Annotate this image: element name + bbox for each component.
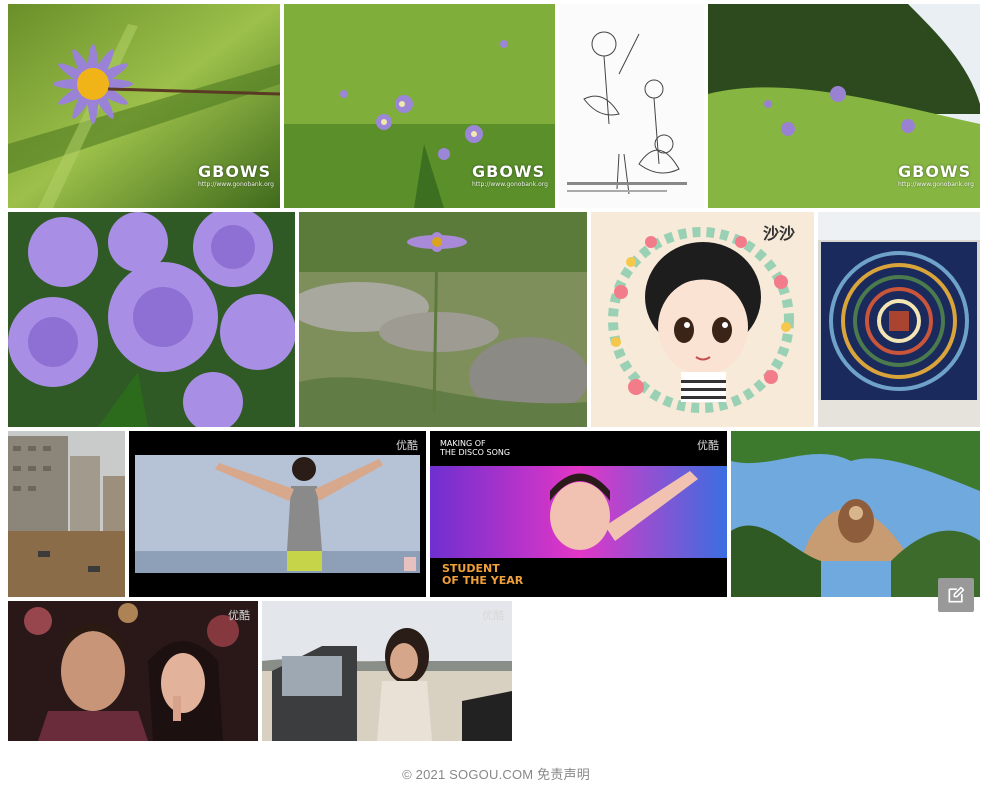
feedback-edit-button[interactable] — [938, 578, 974, 612]
video-title-text: STUDENT OF THE YEAR — [442, 562, 524, 587]
aster-rocky-image — [299, 212, 587, 427]
image-tile-buddha-cliff[interactable] — [731, 431, 980, 597]
purple-aster-cluster-image — [8, 212, 295, 427]
car-girl-video-image — [262, 601, 512, 741]
video-tile-car-girl[interactable]: 优酷 — [262, 601, 512, 741]
video-top-text: MAKING OF THE DISCO SONG — [440, 439, 511, 457]
cartoon-girl-image — [591, 212, 814, 427]
buddha-cliff-image — [731, 431, 980, 597]
couple-video-image — [8, 601, 258, 741]
watermark-gbows: GBOWS http://www.gonobank.org — [898, 162, 974, 188]
image-tile-botanical-illustration[interactable] — [559, 4, 704, 208]
image-tile-aster-meadow[interactable]: GBOWS http://www.gonobank.org — [284, 4, 555, 208]
image-tile-aster-rocky[interactable] — [299, 212, 587, 427]
image-tile-purple-aster-cluster[interactable] — [8, 212, 295, 427]
botanical-illustration-image — [559, 4, 704, 208]
youku-badge: 优酷 — [228, 609, 250, 622]
youku-badge: 优酷 — [396, 439, 418, 452]
edit-icon — [948, 586, 965, 603]
image-tile-aster-hillside[interactable]: GBOWS http://www.gonobank.org — [708, 4, 980, 208]
caption-text: 沙沙 — [763, 224, 796, 243]
image-tile-mandala-panel[interactable] — [818, 212, 980, 427]
flooded-street-image — [8, 431, 125, 597]
image-tile-aster-macro[interactable]: GBOWS http://www.gonobank.org — [8, 4, 280, 208]
image-tile-cartoon-girl[interactable]: 沙沙 — [591, 212, 814, 427]
video-tile-couple[interactable]: 优酷 — [8, 601, 258, 741]
youku-badge: 优酷 — [482, 609, 504, 622]
youku-badge: 优酷 — [697, 439, 719, 452]
video-tile-student-of-the-year[interactable]: MAKING OF THE DISCO SONG STUDENT OF THE YE… — [430, 431, 727, 597]
image-tile-flooded-street[interactable] — [8, 431, 125, 597]
mandala-panel-image — [818, 212, 980, 427]
watermark-gbows: GBOWS http://www.gonobank.org — [472, 162, 548, 188]
dancer-video-image — [129, 431, 426, 597]
video-tile-dancer[interactable]: 优酷 — [129, 431, 426, 597]
watermark-gbows: GBOWS http://www.gonobank.org — [198, 162, 274, 188]
footer-copyright: © 2021 SOGOU.COM 免责声明 — [402, 767, 590, 782]
